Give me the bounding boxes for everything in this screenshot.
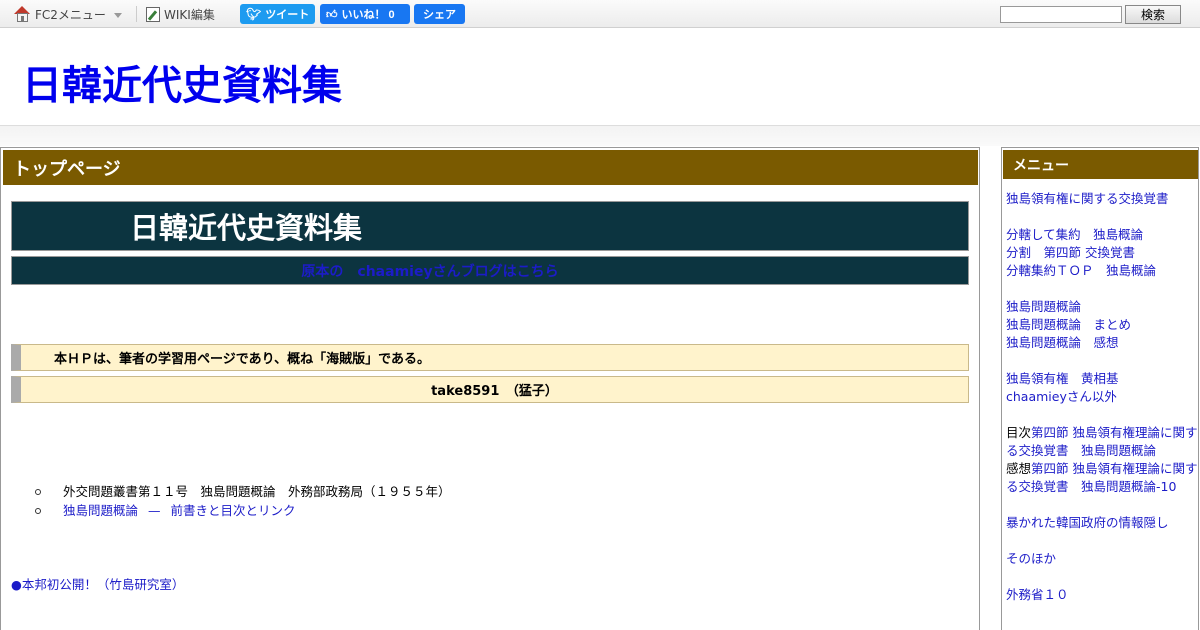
site-header: 日韓近代史資料集 (0, 29, 1200, 126)
share-label: シェア (423, 9, 456, 21)
twitter-bird-icon: 🐦︎ (246, 7, 262, 21)
sidebar-item[interactable]: そのほか (1006, 551, 1056, 566)
sidebar-label: 感想 (1006, 461, 1032, 476)
sidebar-item[interactable]: 暴かれた韓国政府の情報隠し (1006, 515, 1169, 530)
chevron-down-icon (113, 12, 122, 18)
author-text: take8591 （猛子） (11, 376, 969, 403)
sidebar-heading: メニュー (1003, 150, 1198, 179)
sidebar-label: 目次 (1006, 425, 1032, 440)
search-button[interactable]: 検索 (1125, 5, 1181, 24)
sidebar-item[interactable]: 第四節 独島領有権理論に関する交換覚書 独島問題概論-10 (1006, 461, 1198, 494)
like-label: いいね！ 0 (341, 9, 395, 21)
top-toolbar: FC2メニュー WIKI編集 🐦︎ ツイート 👍︎ いいね！ 0 シェア 検索 (0, 0, 1200, 28)
sidebar-item[interactable]: 独島領有権 黄相基 (1006, 371, 1119, 386)
sidebar-item[interactable]: 独島問題概論 感想 (1006, 335, 1119, 350)
sidebar-item[interactable]: 独島問題概論 まとめ (1006, 317, 1131, 332)
search-input[interactable] (1000, 6, 1122, 23)
banner-title: 日韓近代史資料集 (11, 201, 969, 251)
main-content: トップページ 日韓近代史資料集 原本の chaamieyさんブログはこちら 本Ｈ… (0, 147, 980, 630)
tweet-label: ツイート (265, 9, 310, 21)
first-release-link[interactable]: ●本邦初公開！（竹島研究室） (11, 574, 184, 593)
toolbar-divider (136, 6, 137, 22)
sidebar-item[interactable]: chaamieyさん以外 (1006, 389, 1117, 404)
edit-icon (146, 6, 160, 22)
sidebar-item[interactable]: 独島領有権に関する交換覚書 (1006, 191, 1169, 206)
preface-toc-link[interactable]: 前書きと目次とリンク (171, 503, 296, 518)
dash-separator: — (148, 503, 161, 518)
sidebar-menu: 独島領有権に関する交換覚書 分轄して集約 独島概論 分割 第四節 交換覚書 分轄… (1006, 190, 1198, 604)
sidebar-item[interactable]: 分割 第四節 交換覚書 (1006, 245, 1135, 260)
like-button[interactable]: 👍︎ いいね！ 0 (320, 4, 410, 24)
sidebar: メニュー 独島領有権に関する交換覚書 分轄して集約 独島概論 分割 第四節 交換… (1001, 147, 1199, 630)
wiki-edit-button[interactable]: WIKI編集 (146, 5, 215, 23)
sidebar-item[interactable]: 外務省１０ (1006, 587, 1069, 602)
share-button[interactable]: シェア (414, 4, 465, 24)
page-title: トップページ (3, 150, 978, 185)
sidebar-item[interactable]: 分轄して集約 独島概論 (1006, 227, 1143, 242)
sidebar-item[interactable]: 独島問題概論 (1006, 299, 1081, 314)
dokdo-overview-link[interactable]: 独島問題概論 (63, 503, 138, 518)
list-item: 独島問題概論 — 前書きと目次とリンク (35, 501, 451, 520)
list-item-text: 外交問題叢書第１１号 独島問題概論 外務部政務局（１９５５年） (63, 484, 451, 499)
tweet-button[interactable]: 🐦︎ ツイート (240, 4, 315, 24)
home-icon (14, 6, 31, 22)
list-item: 外交問題叢書第１１号 独島問題概論 外務部政務局（１９５５年） (35, 482, 451, 501)
fc2-menu-label: FC2メニュー (35, 7, 106, 22)
notice-text: 本ＨＰは、筆者の学習用ページであり、概ね「海賊版」である。 (11, 344, 969, 371)
site-title[interactable]: 日韓近代史資料集 (22, 53, 342, 111)
fc2-menu-button[interactable]: FC2メニュー (14, 5, 122, 23)
header-strip (0, 126, 1200, 146)
sidebar-item[interactable]: 第四節 独島領有権理論に関する交換覚書 独島問題概論 (1006, 425, 1198, 458)
thumbs-up-icon: 👍︎ (326, 8, 338, 21)
original-blog-link[interactable]: 原本の chaamieyさんブログはこちら (301, 261, 558, 281)
banner-link-box: 原本の chaamieyさんブログはこちら (11, 256, 969, 285)
content-list: 外交問題叢書第１１号 独島問題概論 外務部政務局（１９５５年） 独島問題概論 — 前… (35, 482, 451, 520)
wiki-edit-label: WIKI編集 (164, 7, 215, 22)
sidebar-item[interactable]: 分轄集約ＴＯＰ 独島概論 (1006, 263, 1156, 278)
